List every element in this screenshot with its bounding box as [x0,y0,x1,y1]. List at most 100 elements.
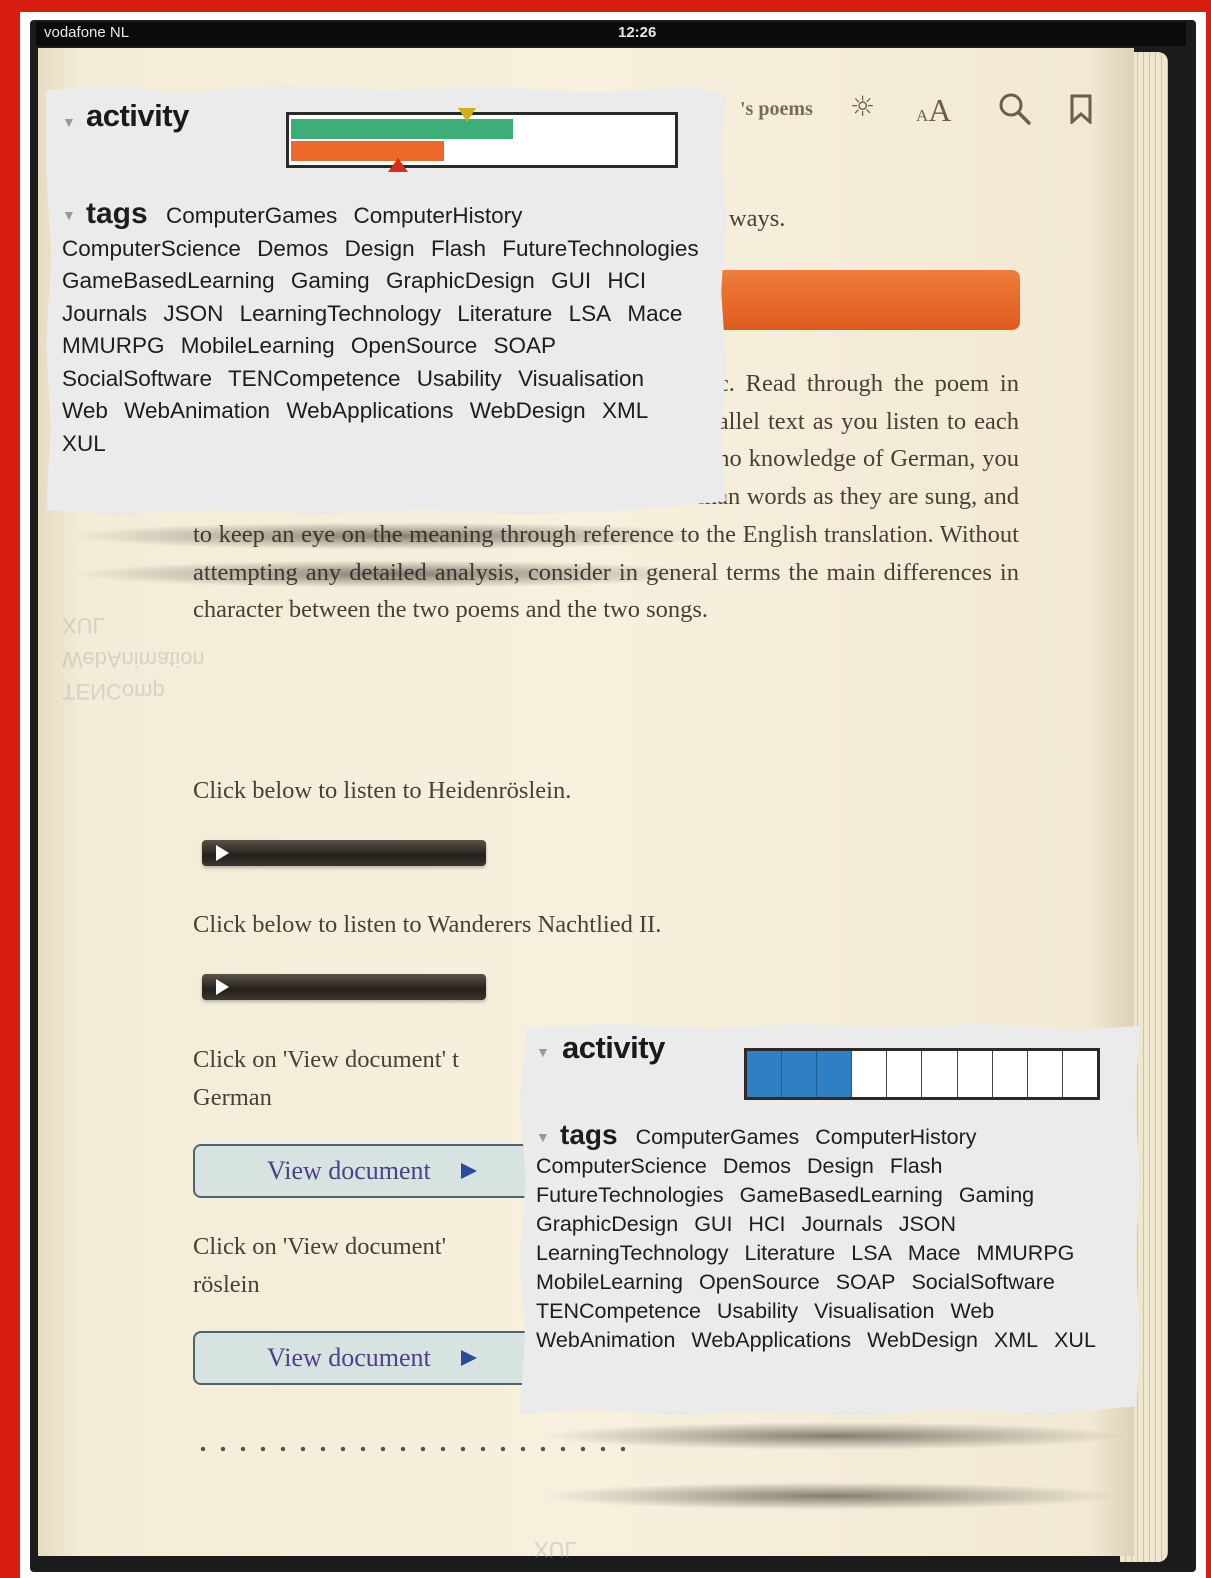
activity-bar-orange [291,141,444,161]
tag-link[interactable]: ComputerGames [636,1125,800,1149]
tag-link[interactable]: Demos [257,236,328,261]
tag-link[interactable]: FutureTechnologies [502,236,698,261]
tag-link[interactable]: SocialSoftware [911,1270,1054,1294]
view-doc-instruction-1-line: Click on 'View document' t [193,1046,459,1073]
tag-link[interactable]: WebAnimation [124,398,270,423]
tag-link[interactable]: HCI [607,268,646,293]
tag-link[interactable]: Journals [62,301,147,326]
tag-link[interactable]: Flash [431,236,486,261]
tag-link[interactable]: Demos [723,1154,791,1178]
tag-link[interactable]: TENCompetence [228,366,401,391]
font-size-icon[interactable]: AA [916,92,951,129]
search-icon[interactable] [998,92,1032,130]
tag-link[interactable]: WebDesign [867,1328,978,1352]
tag-link[interactable]: LearningTechnology [536,1241,728,1265]
tag-link[interactable]: ComputerScience [62,236,241,261]
carrier-label: vodafone NL [44,24,130,41]
tag-link[interactable]: LSA [569,301,612,326]
tag-link[interactable]: MobileLearning [536,1270,683,1294]
tag-link[interactable]: XUL [62,431,106,456]
tag-link[interactable]: JSON [899,1212,956,1236]
arrow-right-icon [461,1163,477,1179]
tag-link[interactable]: SocialSoftware [62,366,212,391]
tag-link[interactable]: MMURPG [62,333,165,358]
tag-link[interactable]: XML [602,398,648,423]
tag-link[interactable]: Journals [801,1212,882,1236]
tag-link[interactable]: OpenSource [351,333,477,358]
view-doc-instruction-1: Click on 'View document' t German [193,1041,533,1116]
tag-link[interactable]: GUI [551,268,591,293]
tag-link[interactable]: MobileLearning [181,333,335,358]
tag-link[interactable]: GraphicDesign [386,268,535,293]
caret-down-icon[interactable]: ▼ [536,1044,550,1060]
play-icon[interactable] [216,979,229,995]
tag-link[interactable]: Literature [457,301,552,326]
tag-link[interactable]: TENCompetence [536,1299,701,1323]
tag-link[interactable]: Mace [627,301,682,326]
tag-link[interactable]: Usability [717,1299,798,1323]
tag-link[interactable]: Design [807,1154,874,1178]
play-icon[interactable] [216,845,229,861]
activity-segments [747,1051,1097,1097]
listen-instruction-2: Click below to listen to Wanderers Nacht… [193,911,662,938]
tag-link[interactable]: ComputerHistory [354,203,523,228]
tag-link[interactable]: HCI [748,1212,785,1236]
activity-segment [922,1051,958,1097]
tag-link[interactable]: Visualisation [518,366,644,391]
tag-link[interactable]: Mace [908,1241,961,1265]
reflected-tag: TENComp [62,679,165,704]
audio-player-heidenroslein[interactable] [202,840,486,866]
tag-link[interactable]: GameBasedLearning [62,268,275,293]
view-document-label: View document [267,1156,431,1185]
tag-link[interactable]: Web [950,1299,994,1323]
activity-segment [817,1051,853,1097]
tag-link[interactable]: SOAP [836,1270,896,1294]
tag-link[interactable]: Flash [890,1154,943,1178]
tag-link[interactable]: XML [994,1328,1038,1352]
caret-down-icon[interactable]: ▼ [62,114,76,130]
activity-segment [747,1051,783,1097]
tag-link[interactable]: Visualisation [814,1299,934,1323]
activity-segment [782,1051,818,1097]
section-banner [700,270,1020,330]
tag-link[interactable]: ComputerScience [536,1154,707,1178]
tag-link[interactable]: Usability [417,366,502,391]
tag-link[interactable]: FutureTechnologies [536,1183,724,1207]
tag-link[interactable]: WebApplications [691,1328,851,1352]
view-doc-instruction-1-line2: German [193,1083,272,1111]
activity-tags-widget-top: ▼ activity ▼ tags ComputerGames Computer… [46,86,726,514]
tag-link[interactable]: MMURPG [976,1241,1074,1265]
tag-link[interactable]: XUL [1054,1328,1096,1352]
audio-player-wanderers[interactable] [202,974,486,1000]
tag-link[interactable]: GraphicDesign [536,1212,678,1236]
torn-shadow [540,1482,1120,1510]
tag-link[interactable]: JSON [163,301,223,326]
tag-link[interactable]: ComputerHistory [815,1125,976,1149]
tag-link[interactable]: Gaming [291,268,370,293]
tag-link[interactable]: OpenSource [699,1270,820,1294]
activity-segment [993,1051,1028,1097]
tag-link[interactable]: WebDesign [470,398,586,423]
tag-link[interactable]: Gaming [959,1183,1034,1207]
tags-heading: tags [560,1119,618,1150]
tag-link[interactable]: WebApplications [286,398,453,423]
torn-shadow [540,1422,1130,1450]
tag-link[interactable]: Design [345,236,415,261]
tag-link[interactable]: ComputerGames [166,203,337,228]
tag-link[interactable]: LSA [851,1241,892,1265]
activity-heading: activity [562,1030,665,1065]
tag-link[interactable]: GUI [694,1212,732,1236]
tag-link[interactable]: Literature [744,1241,835,1265]
bookmark-icon[interactable] [1070,94,1092,128]
tag-link[interactable]: WebAnimation [536,1328,675,1352]
tag-link[interactable]: SOAP [494,333,557,358]
tag-link[interactable]: Web [62,398,108,423]
tag-link[interactable]: GameBasedLearning [740,1183,943,1207]
brightness-icon[interactable]: ☼ [850,90,875,123]
activity-segment [958,1051,993,1097]
activity-segment-meter [744,1048,1100,1100]
view-doc-instruction-2-line: Click on 'View document' [193,1233,446,1260]
line-fragment: t ways. [716,205,786,232]
book-title[interactable]: 's poems [740,98,813,121]
tag-link[interactable]: LearningTechnology [240,301,441,326]
